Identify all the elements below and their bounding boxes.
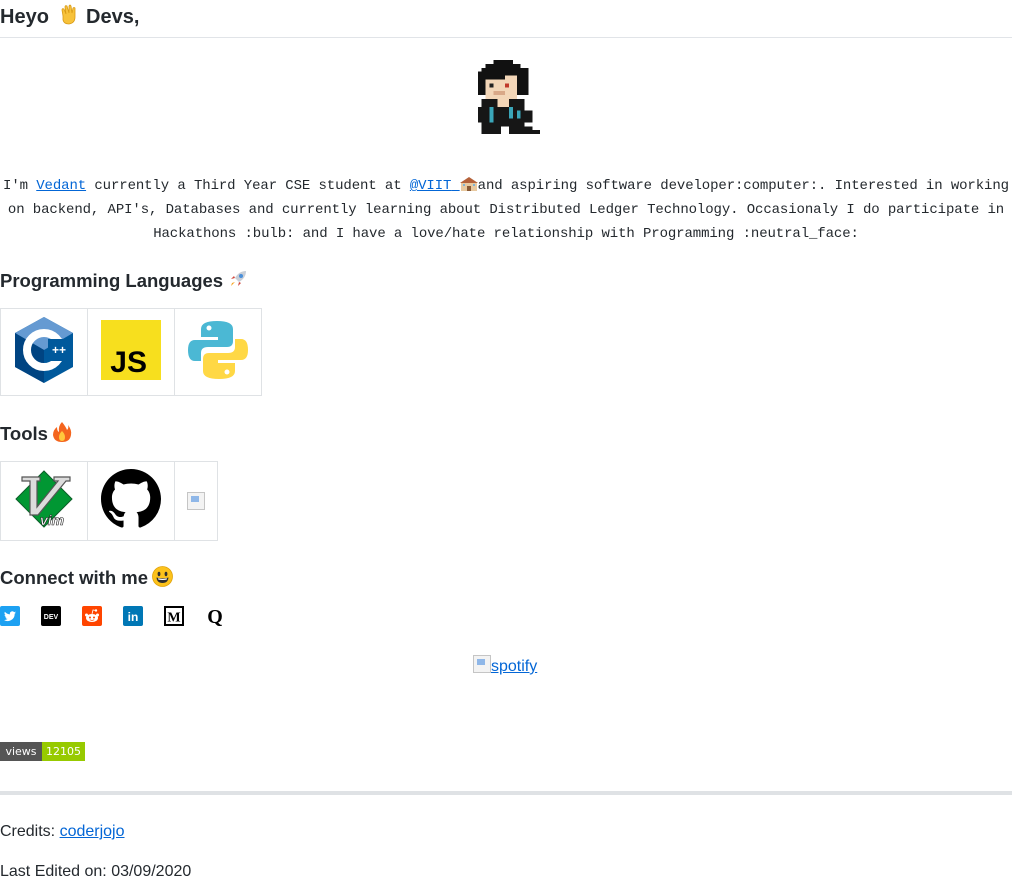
connect-heading: Connect with me <box>0 566 173 590</box>
connect-heading-text: Connect with me <box>0 567 149 588</box>
python-cell <box>174 308 262 396</box>
svg-text:DEV: DEV <box>44 614 59 621</box>
vim-icon: vim <box>15 469 73 528</box>
dev-link[interactable]: DEV <box>41 606 61 626</box>
linkedin-link[interactable]: in <box>123 606 143 626</box>
views-badge-count: 12105 <box>42 742 85 761</box>
svg-text:Q: Q <box>207 606 223 628</box>
credits-line: Credits: coderjojo <box>0 822 125 842</box>
svg-text:vim: vim <box>40 512 64 528</box>
twitter-icon <box>0 606 20 626</box>
pixel-avatar <box>477 60 541 135</box>
languages-heading-text: Programming Languages <box>0 270 224 291</box>
github-cell <box>87 461 175 541</box>
javascript-cell: JS <box>87 308 175 396</box>
broken-image-icon <box>187 491 205 510</box>
spotify-link[interactable]: spotify <box>473 655 537 677</box>
medium-link[interactable]: M <box>164 606 184 626</box>
smiley-icon <box>152 566 173 587</box>
spotify-alt-text: spotify <box>491 658 538 675</box>
bio-paragraph: I'm Vedant currently a Third Year CSE st… <box>0 174 1012 246</box>
rocket-icon <box>231 271 247 286</box>
title-divider <box>0 37 1012 38</box>
school-link-text: @VIIT <box>409 178 452 194</box>
greeting-tail: Devs, <box>86 6 140 28</box>
languages-heading: Programming Languages <box>0 268 249 293</box>
linkedin-icon: in <box>123 606 143 626</box>
github-icon <box>101 468 161 528</box>
svg-text:JS: JS <box>110 346 147 379</box>
page-title: Heyo Devs, <box>0 4 139 30</box>
tools-heading: Tools <box>0 421 72 446</box>
bio-text: currently a Third Year CSE student at <box>86 178 410 194</box>
svg-text:M: M <box>167 611 180 626</box>
school-icon <box>459 177 478 191</box>
greeting-text: Heyo <box>0 6 49 28</box>
dev-icon: DEV <box>41 606 61 626</box>
tools-heading-text: Tools <box>0 423 48 444</box>
quora-link[interactable]: Q <box>204 606 224 628</box>
svg-text:in: in <box>128 610 139 624</box>
reddit-link[interactable] <box>82 606 102 626</box>
waving-hand-icon <box>62 4 76 25</box>
svg-text:++: ++ <box>52 343 66 357</box>
cpp-icon: ++ <box>15 316 73 383</box>
python-icon <box>188 320 248 379</box>
tools-table: vim <box>0 461 218 541</box>
footer-divider <box>0 791 1012 795</box>
fire-icon <box>52 422 72 442</box>
tool-image-cell <box>174 461 218 541</box>
languages-table: ++ JS <box>0 308 262 396</box>
last-edited: Last Edited on: 03/09/2020 <box>0 863 192 880</box>
views-badge-label: views <box>0 742 42 761</box>
reddit-icon <box>82 606 102 626</box>
cpp-cell: ++ <box>0 308 88 396</box>
medium-icon: M <box>164 606 184 626</box>
credits-link[interactable]: coderjojo <box>60 823 125 840</box>
credits-label: Credits: <box>0 823 60 840</box>
broken-image-icon <box>473 655 491 673</box>
javascript-icon: JS <box>101 319 161 380</box>
school-link[interactable]: @VIIT <box>409 177 478 194</box>
name-link[interactable]: Vedant <box>36 178 86 194</box>
bio-intro: I'm <box>3 178 37 194</box>
vim-cell: vim <box>0 461 88 541</box>
quora-icon: Q <box>207 606 223 628</box>
twitter-link[interactable] <box>0 606 20 626</box>
